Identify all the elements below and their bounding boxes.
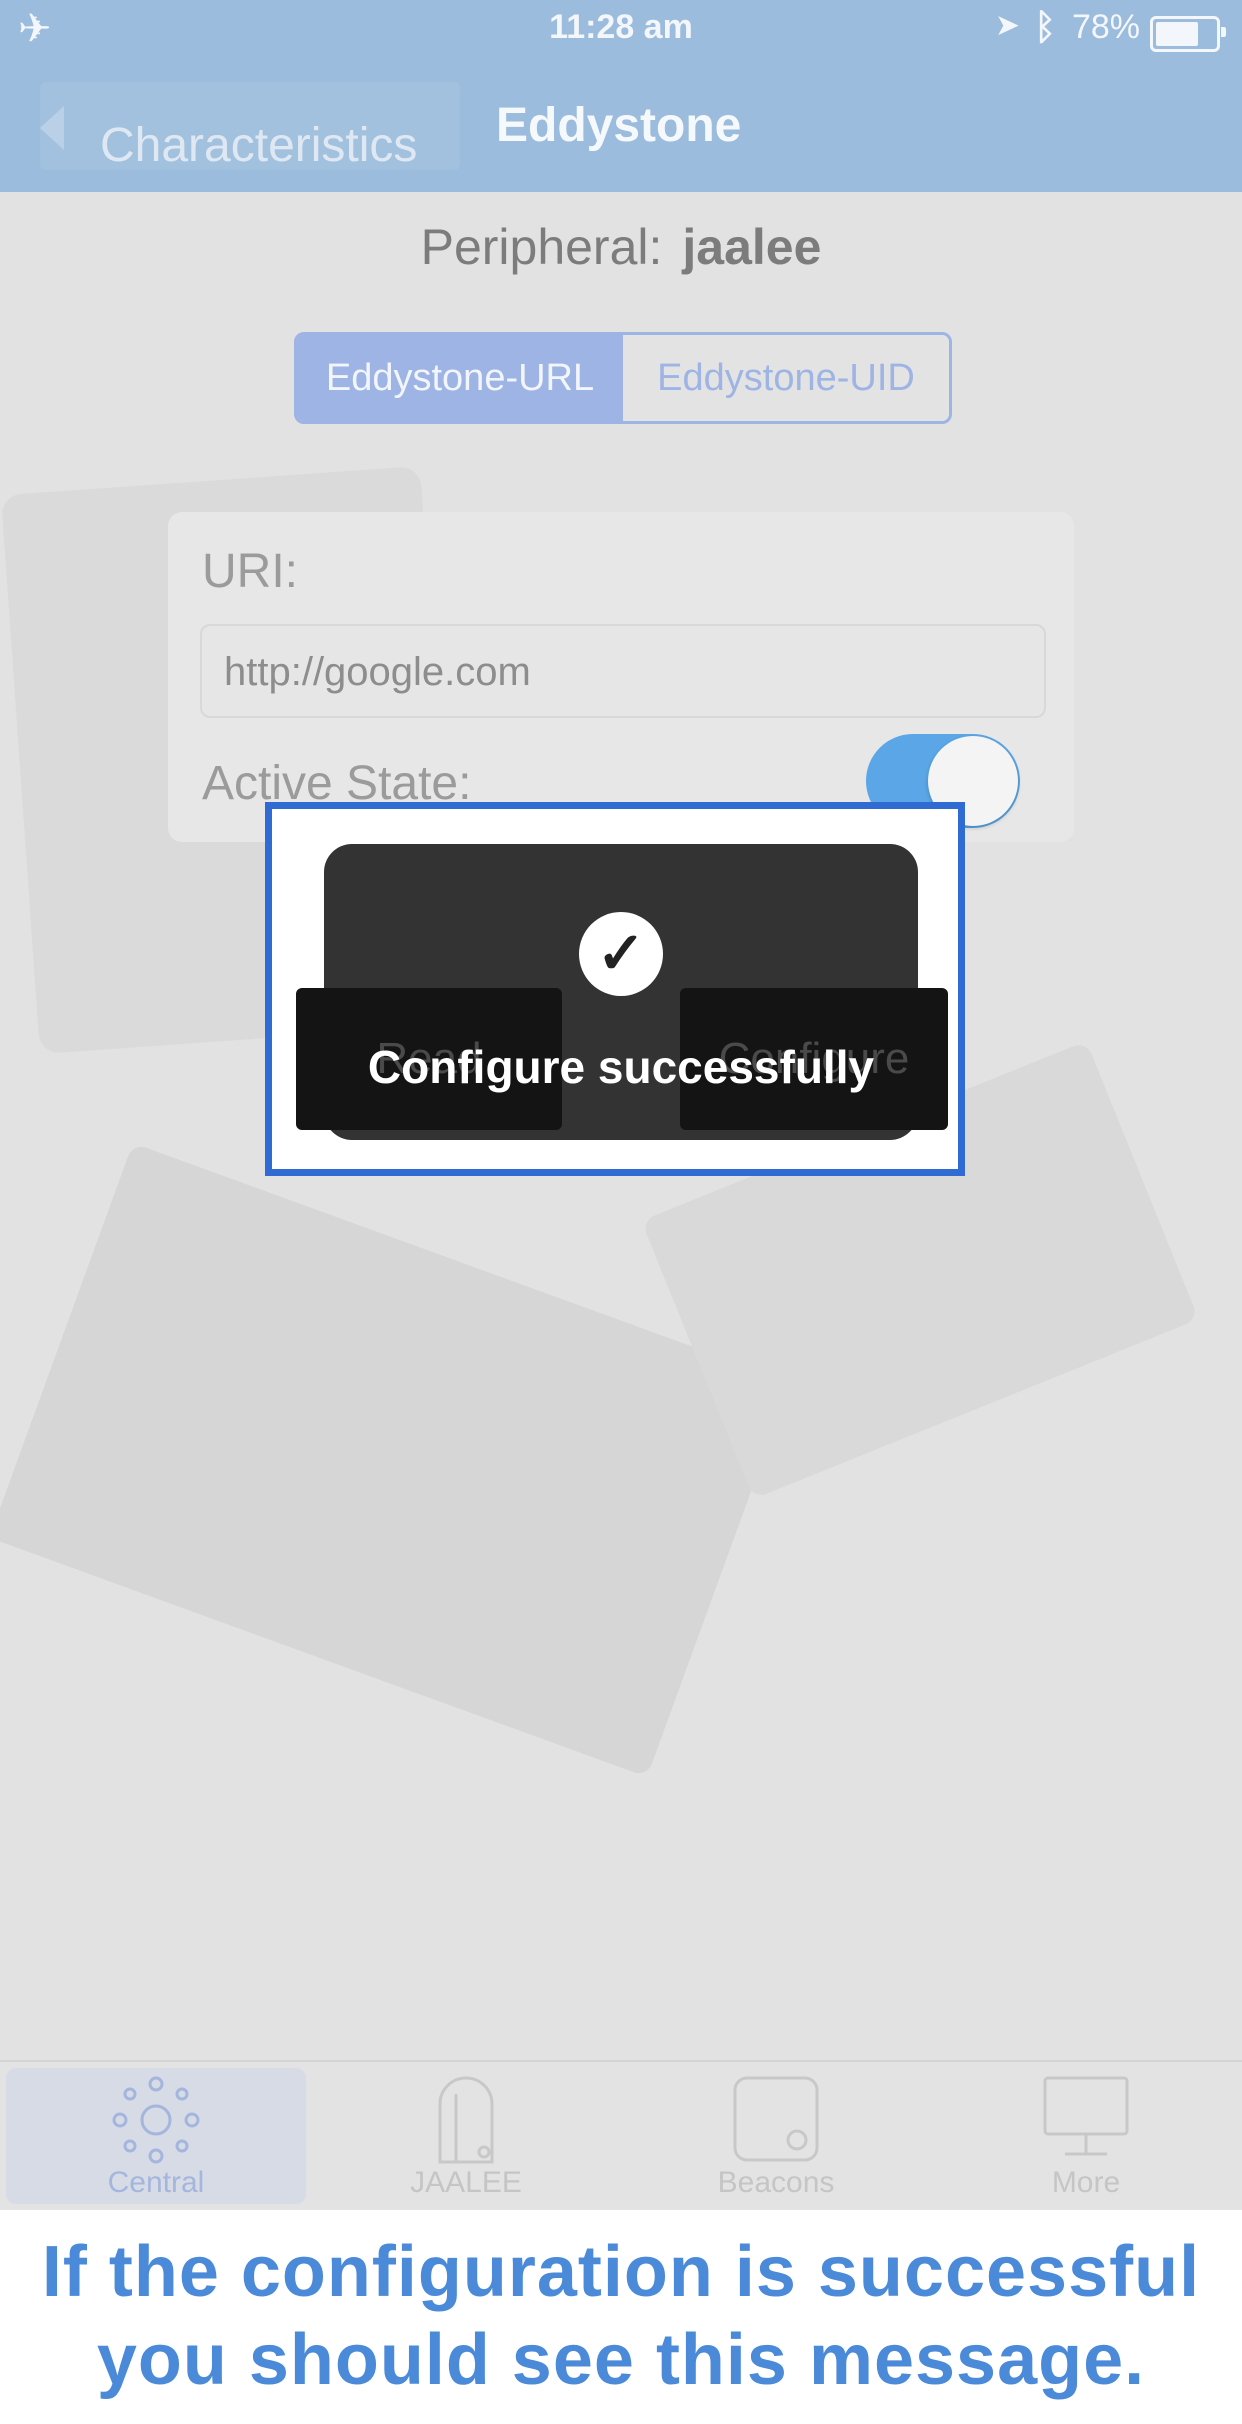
monitor-icon: [1043, 2076, 1129, 2156]
page-title: Eddystone: [496, 99, 742, 152]
jaalee-icon: [438, 2076, 494, 2164]
back-button[interactable]: Characteristics: [40, 82, 460, 172]
tab-jaalee-label: JAALEE: [410, 2166, 522, 2199]
back-chevron-icon: [40, 106, 64, 150]
caption-line-2: you should see this message.: [96, 2320, 1146, 2400]
tab-jaalee[interactable]: JAALEE: [316, 2068, 616, 2204]
battery-icon: [1150, 16, 1226, 52]
beacons-icon: [733, 2076, 819, 2162]
tab-beacons-label: Beacons: [717, 2166, 835, 2199]
battery-percent: 78%: [1071, 8, 1140, 46]
peripheral-label: Peripheral:: [420, 219, 663, 275]
tab-central-label: Central: [107, 2166, 205, 2199]
peripheral-row: Peripheral: jaalee: [0, 218, 1242, 276]
tab-bar: Central JAALEE Beacons More: [0, 2060, 1242, 2212]
location-icon: ➤: [994, 9, 1020, 42]
tab-central[interactable]: Central: [6, 2068, 306, 2204]
toast-message: Configure successfully: [367, 1041, 875, 1093]
back-button-label: Characteristics: [100, 119, 418, 172]
segment-eddystone-url[interactable]: Eddystone-URL: [297, 335, 623, 421]
peripheral-name: jaalee: [682, 219, 822, 275]
eddystone-segmented-control: Eddystone-URL Eddystone-UID: [294, 332, 952, 424]
uri-value: http://google.com: [224, 650, 531, 694]
bluetooth-icon: ᛒ: [1034, 6, 1056, 47]
central-icon: [112, 2076, 200, 2164]
tab-more[interactable]: More: [936, 2068, 1236, 2204]
segment-eddystone-uid[interactable]: Eddystone-UID: [623, 335, 949, 421]
tab-more-label: More: [1051, 2166, 1121, 2199]
tab-beacons[interactable]: Beacons: [626, 2068, 926, 2204]
uri-label: URI:: [202, 545, 298, 598]
status-bar: ✈ 11:28 am ➤ ᛒ 78%: [0, 0, 1242, 62]
uri-input[interactable]: http://google.com: [200, 624, 1046, 718]
checkmark-icon: ✓: [579, 912, 663, 996]
caption-line-1: If the configuration is successful: [41, 2232, 1201, 2312]
instruction-caption: If the configuration is successful you s…: [0, 2210, 1242, 2424]
navigation-bar: Characteristics Eddystone: [0, 62, 1242, 192]
